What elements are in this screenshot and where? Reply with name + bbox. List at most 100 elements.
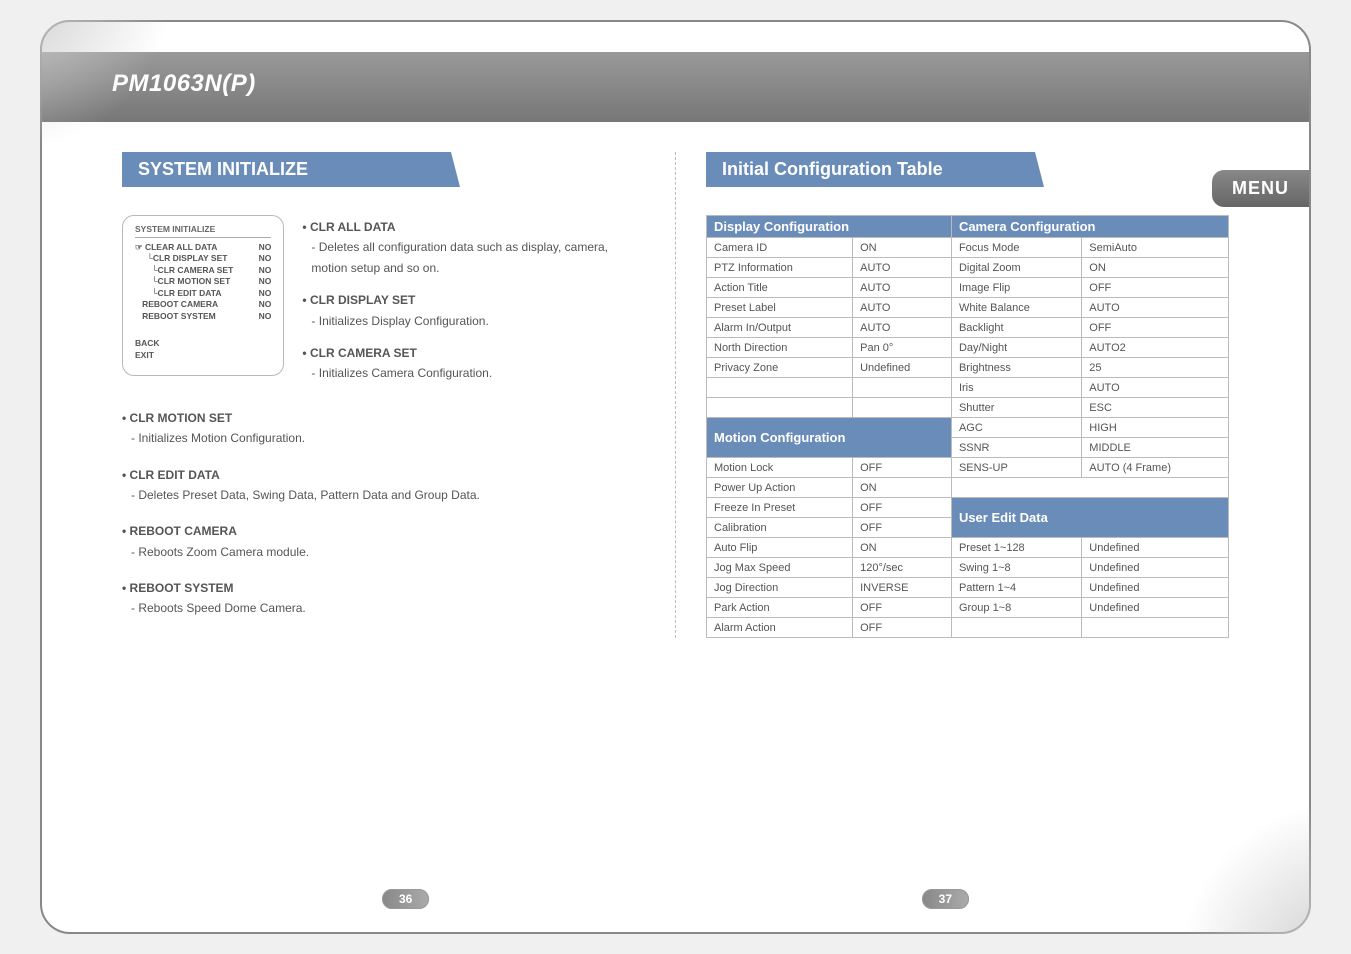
- cell: Jog Direction: [707, 578, 853, 598]
- cell: White Balance: [951, 298, 1081, 318]
- cell: SENS-UP: [951, 458, 1081, 478]
- page-number-right: 37: [922, 892, 969, 906]
- left-section-title: SYSTEM INITIALIZE: [122, 152, 442, 187]
- page-border: PM1063N(P) MENU SYSTEM INITIALIZE SYSTEM…: [40, 20, 1311, 934]
- cell: ON: [853, 478, 952, 498]
- cell: ON: [853, 538, 952, 558]
- cell: Auto Flip: [707, 538, 853, 558]
- cell: Undefined: [1082, 598, 1229, 618]
- hdr-camera: Camera Configuration: [951, 216, 1228, 238]
- desc-title: • CLR ALL DATA: [302, 217, 645, 237]
- menu-row: └CLR DISPLAY SETNO: [135, 253, 271, 264]
- cell: Iris: [951, 378, 1081, 398]
- cell: Group 1~8: [951, 598, 1081, 618]
- cell: AUTO: [853, 298, 952, 318]
- cell: AUTO: [853, 278, 952, 298]
- menu-box-title: SYSTEM INITIALIZE: [135, 224, 271, 238]
- cell: Digital Zoom: [951, 258, 1081, 278]
- cell: Alarm In/Output: [707, 318, 853, 338]
- cell: Alarm Action: [707, 618, 853, 638]
- cell: Freeze In Preset: [707, 498, 853, 518]
- cell: Backlight: [951, 318, 1081, 338]
- cell: North Direction: [707, 338, 853, 358]
- cell: Preset 1~128: [951, 538, 1081, 558]
- cell: AGC: [951, 418, 1081, 438]
- cell: HIGH: [1082, 418, 1229, 438]
- menu-row: └CLR CAMERA SETNO: [135, 265, 271, 276]
- cell: AUTO: [853, 318, 952, 338]
- cell: Pattern 1~4: [951, 578, 1081, 598]
- cell: Calibration: [707, 518, 853, 538]
- page-number-left: 36: [382, 892, 429, 906]
- cell: Brightness: [951, 358, 1081, 378]
- cell: Image Flip: [951, 278, 1081, 298]
- menu-row: └CLR EDIT DATANO: [135, 288, 271, 299]
- menu-row: └CLR MOTION SETNO: [135, 276, 271, 287]
- cell: AUTO: [853, 258, 952, 278]
- cell: Shutter: [951, 398, 1081, 418]
- menu-row: ☞ CLEAR ALL DATANO: [135, 242, 271, 253]
- cell: SemiAuto: [1082, 238, 1229, 258]
- cell: OFF: [1082, 278, 1229, 298]
- cell: INVERSE: [853, 578, 952, 598]
- cell: Undefined: [1082, 558, 1229, 578]
- top-descriptions: • CLR ALL DATA - Deletes all configurati…: [302, 215, 645, 384]
- desc-text: - Deletes all configuration data such as…: [302, 237, 645, 278]
- cell: Swing 1~8: [951, 558, 1081, 578]
- cell: ON: [853, 238, 952, 258]
- cell: Preset Label: [707, 298, 853, 318]
- hdr-motion: Motion Configuration: [707, 418, 952, 458]
- cell: Day/Night: [951, 338, 1081, 358]
- cell: Undefined: [1082, 538, 1229, 558]
- cell: Focus Mode: [951, 238, 1081, 258]
- cell: Motion Lock: [707, 458, 853, 478]
- menu-exit: EXIT: [135, 350, 271, 361]
- hdr-user: User Edit Data: [951, 498, 1228, 538]
- system-initialize-menu: SYSTEM INITIALIZE ☞ CLEAR ALL DATANO └CL…: [122, 215, 284, 376]
- desc-text: - Initializes Display Configuration.: [302, 311, 645, 331]
- cell: AUTO: [1082, 378, 1229, 398]
- desc-title: • REBOOT CAMERA: [122, 521, 645, 541]
- cell: 120°/sec: [853, 558, 952, 578]
- desc-text: - Reboots Speed Dome Camera.: [122, 598, 645, 618]
- desc-text: - Initializes Motion Configuration.: [122, 428, 645, 448]
- cell: OFF: [853, 618, 952, 638]
- desc-title: • CLR CAMERA SET: [302, 343, 645, 363]
- cell: AUTO (4 Frame): [1082, 458, 1229, 478]
- header-bar: PM1063N(P): [42, 52, 1309, 122]
- cell: OFF: [853, 518, 952, 538]
- desc-text: - Reboots Zoom Camera module.: [122, 542, 645, 562]
- cell: Undefined: [853, 358, 952, 378]
- cell: 25: [1082, 358, 1229, 378]
- cell: SSNR: [951, 438, 1081, 458]
- desc-title: • REBOOT SYSTEM: [122, 578, 645, 598]
- cell: Power Up Action: [707, 478, 853, 498]
- content: SYSTEM INITIALIZE SYSTEM INITIALIZE ☞ CL…: [42, 152, 1309, 638]
- cell: ESC: [1082, 398, 1229, 418]
- right-column: Initial Configuration Table Display Conf…: [676, 152, 1249, 638]
- cell: OFF: [853, 598, 952, 618]
- cell: AUTO: [1082, 298, 1229, 318]
- menu-row: REBOOT SYSTEMNO: [135, 311, 271, 322]
- cell: OFF: [853, 498, 952, 518]
- cell: Camera ID: [707, 238, 853, 258]
- right-section-title: Initial Configuration Table: [706, 152, 1026, 187]
- cell: Jog Max Speed: [707, 558, 853, 578]
- hdr-display: Display Configuration: [707, 216, 952, 238]
- cell: Privacy Zone: [707, 358, 853, 378]
- cell: Pan 0°: [853, 338, 952, 358]
- lower-descriptions: • CLR MOTION SET - Initializes Motion Co…: [122, 384, 645, 619]
- cell: ON: [1082, 258, 1229, 278]
- desc-title: • CLR EDIT DATA: [122, 465, 645, 485]
- cell: OFF: [1082, 318, 1229, 338]
- cell: Action Title: [707, 278, 853, 298]
- cell: Undefined: [1082, 578, 1229, 598]
- desc-title: • CLR DISPLAY SET: [302, 290, 645, 310]
- cell: OFF: [853, 458, 952, 478]
- cell: AUTO2: [1082, 338, 1229, 358]
- desc-text: - Deletes Preset Data, Swing Data, Patte…: [122, 485, 645, 505]
- desc-title: • CLR MOTION SET: [122, 408, 645, 428]
- cell: Park Action: [707, 598, 853, 618]
- menu-back: BACK: [135, 338, 271, 349]
- cell: PTZ Information: [707, 258, 853, 278]
